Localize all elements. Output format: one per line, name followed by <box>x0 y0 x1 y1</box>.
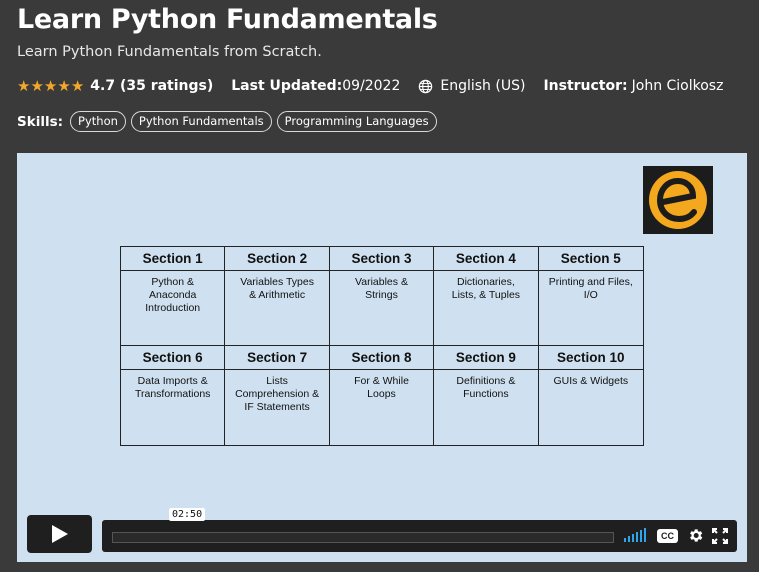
star-icon: ★ <box>43 76 58 95</box>
cc-icon[interactable]: CC <box>657 529 678 543</box>
section-topic: Definitions & Functions <box>456 375 516 400</box>
page-title: Learn Python Fundamentals <box>17 4 438 35</box>
section-heading: Section 1 <box>121 247 225 271</box>
skills-row: Skills: Python Python Fundamentals Progr… <box>17 111 442 132</box>
section-topic: GUIs & Widgets <box>553 375 629 387</box>
control-bar: 02:50 CC <box>102 508 737 552</box>
updated-label: Last Updated: <box>231 78 343 94</box>
section-topic: Printing and Files, I/O <box>548 276 633 301</box>
updated-value: 09/2022 <box>342 78 401 94</box>
star-icon: ★ <box>17 76 31 95</box>
section-heading: Section 8 <box>329 346 434 370</box>
section-heading: Section 4 <box>434 247 538 271</box>
sections-table: Section 1 Python & Anaconda Introduction… <box>120 246 644 446</box>
rating-text: 4.7 (35 ratings) <box>90 78 214 94</box>
gear-icon[interactable] <box>687 527 704 544</box>
section-heading: Section 5 <box>538 247 643 271</box>
section-topic: Python & Anaconda Introduction <box>145 276 201 314</box>
section-cell: Section 7 Lists Comprehension & IF State… <box>225 346 330 445</box>
section-cell: Section 1 Python & Anaconda Introduction <box>121 247 226 346</box>
skill-pill[interactable]: Python <box>70 111 126 132</box>
section-topic: Variables Types & Arithmetic <box>240 276 314 301</box>
instructor-name: John Ciolkosz <box>631 78 724 94</box>
section-heading: Section 10 <box>538 346 643 370</box>
volume-icon[interactable] <box>624 528 648 542</box>
section-cell: Section 8 For & While Loops <box>329 346 435 445</box>
star-icon: ★ <box>30 76 44 95</box>
progress-track[interactable] <box>112 532 614 543</box>
section-cell: Section 2 Variables Types & Arithmetic <box>225 247 330 346</box>
course-meta: ★ ★ ★ ★ ★ 4.7 (35 ratings) Last Updated:… <box>17 78 723 94</box>
globe-icon <box>419 79 433 93</box>
skills-label: Skills: <box>17 113 64 130</box>
brand-logo <box>643 166 713 234</box>
instructor-label: Instructor: <box>543 78 628 94</box>
rating-stars: ★ ★ ★ ★ ★ <box>17 76 85 95</box>
course-subtitle: Learn Python Fundamentals from Scratch. <box>17 44 322 60</box>
section-topic: Variables & Strings <box>355 276 408 301</box>
section-topic: Data Imports & Transformations <box>134 375 211 400</box>
star-icon: ★ <box>57 76 71 95</box>
section-heading: Section 3 <box>329 247 434 271</box>
course-language: English (US) <box>440 78 526 94</box>
skill-pill[interactable]: Python Fundamentals <box>130 111 272 132</box>
section-topic: Dictionaries, Lists, & Tuples <box>451 276 521 301</box>
skill-pill[interactable]: Programming Languages <box>276 111 437 132</box>
video-player[interactable]: Section 1 Python & Anaconda Introduction… <box>17 153 747 562</box>
section-heading: Section 6 <box>121 346 225 370</box>
section-cell: Section 6 Data Imports & Transformations <box>121 346 226 445</box>
section-heading: Section 9 <box>434 346 538 370</box>
star-icon: ★ <box>70 76 85 95</box>
section-topic: For & While Loops <box>354 375 409 400</box>
section-heading: Section 2 <box>225 247 329 271</box>
section-topic: Lists Comprehension & IF Statements <box>235 375 320 413</box>
section-cell: Section 3 Variables & Strings <box>329 247 435 346</box>
play-button[interactable] <box>27 515 92 553</box>
time-display: 02:50 <box>169 508 206 521</box>
section-cell: Section 9 Definitions & Functions <box>434 346 539 445</box>
fullscreen-icon[interactable] <box>712 528 728 544</box>
section-cell: Section 5 Printing and Files, I/O <box>538 247 643 346</box>
section-heading: Section 7 <box>225 346 329 370</box>
player-controls: 02:50 CC <box>27 508 737 553</box>
section-cell: Section 4 Dictionaries, Lists, & Tuples <box>434 247 539 346</box>
play-icon <box>51 525 68 543</box>
section-cell: Section 10 GUIs & Widgets <box>538 346 643 445</box>
